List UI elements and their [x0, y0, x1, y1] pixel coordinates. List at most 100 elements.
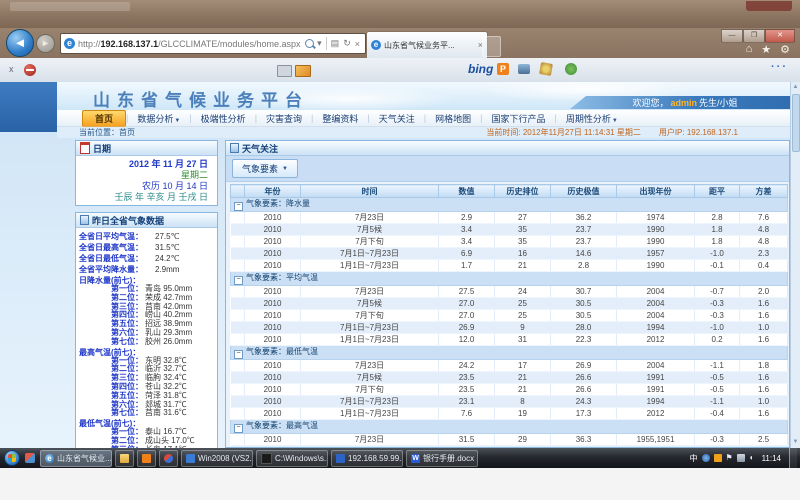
main-navigation: 首页|数据分析▼|极端性分析|灾害查询|整编资料|天气关注|网格地图|国家下行产… — [57, 110, 800, 127]
close-button[interactable]: ✕ — [765, 29, 795, 43]
table-cell: -0.7 — [695, 286, 740, 298]
taskbar-app-button[interactable] — [159, 450, 178, 467]
table-row[interactable]: 20107月23日24.21726.92004-1.11.8 — [231, 360, 788, 372]
speaker-icon[interactable]: ◖ — [749, 454, 754, 462]
table-header-cell: 历史排位 — [495, 185, 551, 198]
refresh-icon[interactable]: ↻ — [343, 38, 351, 49]
table-cell: 2.5 — [740, 434, 788, 446]
maximize-button[interactable]: ❐ — [743, 29, 765, 43]
language-indicator[interactable]: 中 — [690, 453, 698, 464]
taskbar-folder-button[interactable] — [115, 450, 134, 467]
tab-favicon: e — [371, 40, 381, 50]
table-cell: 2010 — [245, 236, 301, 248]
update-tray-icon[interactable] — [714, 454, 722, 462]
table-row[interactable]: 20107月23日2.92736.219742.87.6 — [231, 212, 788, 224]
nav-item[interactable]: 极端性分析 — [192, 112, 255, 125]
bing-logo[interactable]: bing — [468, 62, 493, 76]
globe-tray-icon[interactable] — [702, 454, 710, 462]
table-row[interactable]: 20107月下旬23.52126.61991-0.51.6 — [231, 384, 788, 396]
palette-icon[interactable] — [539, 62, 553, 76]
table-row[interactable]: 20107月1日~7月23日23.1824.31994-1.11.0 — [231, 396, 788, 408]
table-row[interactable]: 20107月23日31.52936.31955,1951-0.32.5 — [231, 434, 788, 446]
rank-label: 第七位： — [79, 338, 143, 347]
nav-item[interactable]: 国家下行产品 — [482, 112, 554, 125]
table-row[interactable]: 20107月23日27.52430.72004-0.72.0 — [231, 286, 788, 298]
table-row[interactable]: 20107月5候3.43523.719901.84.8 — [231, 224, 788, 236]
quick-launch-icon[interactable] — [25, 453, 35, 463]
collapse-icon[interactable]: − — [234, 350, 243, 359]
table-row[interactable]: 20107月1日~7月23日26.9928.01994-1.01.0 — [231, 322, 788, 334]
taskbar-window-button[interactable]: W银行手册.docx ... — [406, 450, 478, 467]
table-row[interactable]: 20101月1日~7月23日7.61917.32012-0.41.6 — [231, 408, 788, 420]
nav-item[interactable]: 灾害查询 — [257, 112, 311, 125]
tools-gear-icon[interactable]: ⚙ — [780, 43, 790, 56]
group-header-row[interactable]: −气象要素：平均气温 — [231, 272, 788, 286]
card-icon[interactable] — [277, 65, 292, 77]
table-cell: 4.8 — [740, 224, 788, 236]
table-row[interactable]: 20107月1日~7月23日6.91614.61957-1.02.3 — [231, 248, 788, 260]
taskbar-app-button[interactable] — [137, 450, 156, 467]
table-cell: -1.1 — [695, 396, 740, 408]
nav-item-home[interactable]: 首页 — [82, 110, 126, 127]
search-dropdown-icon[interactable]: ▾ — [317, 38, 322, 49]
address-bar[interactable]: e http://192.168.137.1/GLCCLIMATE/module… — [60, 33, 366, 54]
table-cell: 25 — [495, 310, 551, 322]
table-row[interactable]: 20107月下旬3.43523.719901.84.8 — [231, 236, 788, 248]
table-cell: 7月5候 — [301, 372, 439, 384]
stop-sign-icon[interactable] — [24, 64, 36, 76]
envelope-icon[interactable] — [295, 65, 311, 77]
favorites-star-icon[interactable]: ★ — [761, 43, 771, 56]
taskbar-window-button[interactable]: C:\Windows\s... — [256, 450, 328, 467]
toolbar-more-icon[interactable]: ··· — [771, 61, 788, 73]
table-row[interactable]: 20107月5候23.52126.61991-0.51.6 — [231, 372, 788, 384]
start-button[interactable] — [4, 450, 20, 466]
taskbar-window-button[interactable]: Win2008 (VS2... — [181, 450, 253, 467]
taskbar-window-button[interactable]: 192.168.59.99... — [331, 450, 403, 467]
table-row[interactable]: 20101月1日~7月23日1.7212.81990-0.10.4 — [231, 260, 788, 272]
weather-data-panel: 昨日全省气象数据 全省日平均气温：27.5℃全省日最高气温：31.5℃全省日最低… — [75, 212, 218, 448]
nav-item[interactable]: 周期性分析▼ — [557, 112, 627, 125]
collapse-icon[interactable]: − — [234, 424, 243, 433]
new-tab-button[interactable] — [482, 36, 501, 57]
action-center-flag-icon[interactable]: ⚑ — [726, 454, 733, 462]
stop-icon[interactable]: × — [355, 39, 360, 49]
window-titlebar[interactable] — [0, 0, 800, 28]
back-button[interactable]: ◄ — [6, 29, 34, 57]
show-desktop-button[interactable] — [789, 448, 797, 468]
toolbar-p-icon[interactable]: P — [497, 63, 509, 75]
scrollbar-down-arrow[interactable]: ▼ — [791, 437, 800, 448]
minimize-button[interactable]: — — [721, 29, 743, 43]
browser-tab[interactable]: e 山东省气候业务平... × — [366, 31, 488, 58]
element-filter-button[interactable]: 气象要素▼ — [232, 159, 298, 178]
table-cell: 27.0 — [439, 310, 495, 322]
tab-title[interactable]: 山东省气候业务平... — [384, 40, 475, 51]
home-icon[interactable]: ⌂ — [746, 43, 753, 56]
table-row[interactable]: 20107月下旬27.02530.52004-0.31.6 — [231, 310, 788, 322]
scrollbar-thumb[interactable] — [792, 94, 800, 152]
collapse-icon[interactable]: − — [234, 276, 243, 285]
nav-item[interactable]: 天气关注 — [370, 112, 424, 125]
toolbar-close-icon[interactable]: x — [9, 64, 14, 74]
taskbar-ie-button[interactable]: e 山东省气候业... — [40, 450, 112, 467]
search-icon[interactable] — [305, 39, 314, 48]
nav-item[interactable]: 数据分析▼ — [128, 112, 189, 125]
share-globe-icon[interactable] — [565, 63, 577, 75]
compatibility-view-icon[interactable]: ▤ — [331, 38, 340, 49]
win-icon — [186, 454, 195, 463]
group-header-row[interactable]: −气象要素：降水量 — [231, 198, 788, 212]
collapse-icon[interactable]: − — [234, 202, 243, 211]
forward-button[interactable]: ► — [36, 34, 55, 53]
table-cell: 1月1日~7月23日 — [301, 408, 439, 420]
nav-item[interactable]: 整编资料 — [313, 112, 367, 125]
group-header-row[interactable]: −气象要素：最高气温 — [231, 420, 788, 434]
nav-item[interactable]: 网格地图 — [426, 112, 480, 125]
url-text[interactable]: http://192.168.137.1/GLCCLIMATE/modules/… — [78, 39, 304, 49]
taskbar-clock[interactable]: 11:14 — [758, 454, 785, 463]
scrollbar-up-arrow[interactable]: ▲ — [791, 82, 800, 93]
camera-icon[interactable] — [518, 64, 530, 74]
page-scrollbar[interactable]: ▲ ▼ — [790, 82, 800, 448]
group-header-row[interactable]: −气象要素：最低气温 — [231, 346, 788, 360]
network-icon[interactable] — [737, 454, 745, 462]
table-row[interactable]: 20107月5候27.02530.52004-0.31.6 — [231, 298, 788, 310]
table-row[interactable]: 20101月1日~7月23日12.03122.320120.21.6 — [231, 334, 788, 346]
